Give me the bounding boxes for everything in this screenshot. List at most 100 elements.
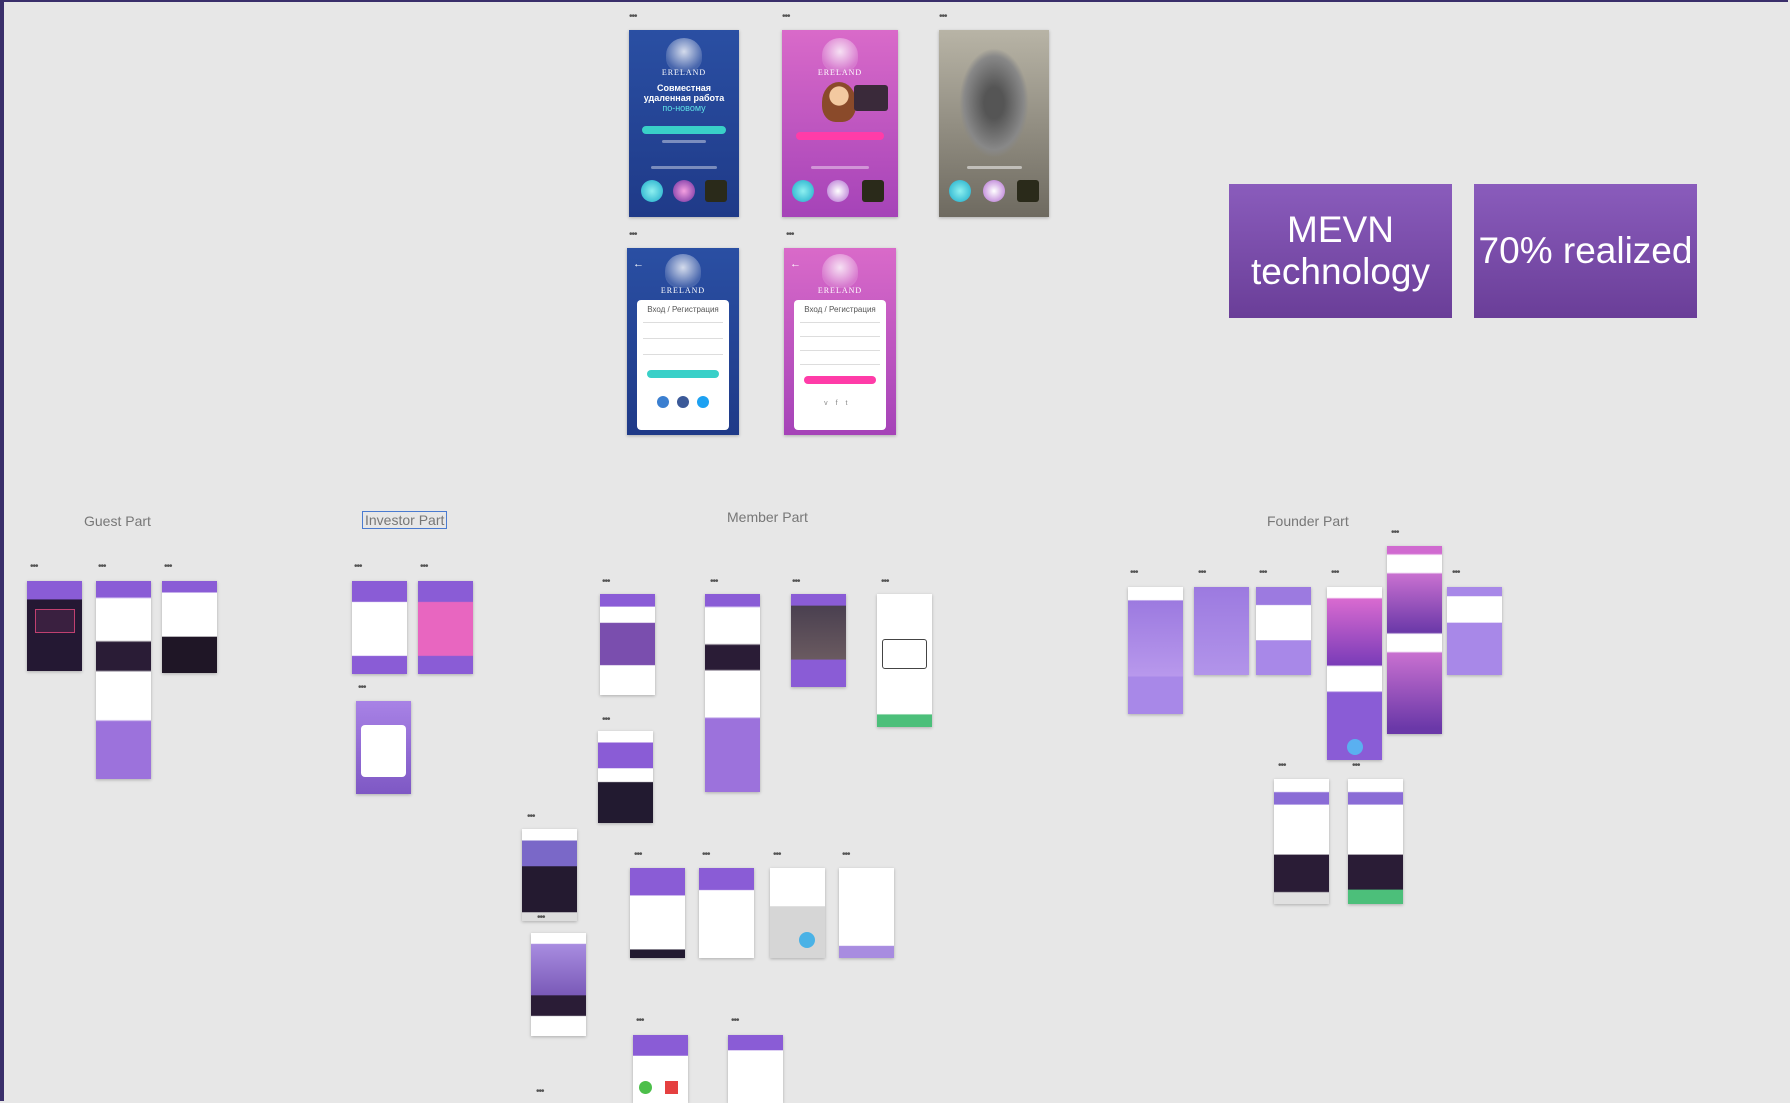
- social-icons[interactable]: vft: [824, 400, 855, 407]
- artboard-menu-icon[interactable]: •••: [536, 1087, 544, 1097]
- artboard-menu-icon[interactable]: •••: [602, 577, 610, 587]
- artboard-menu-icon[interactable]: •••: [1391, 528, 1399, 538]
- email-field[interactable]: [800, 322, 880, 323]
- captcha-field[interactable]: [643, 354, 723, 355]
- founder-screen-3[interactable]: [1256, 587, 1311, 675]
- artboard-menu-icon[interactable]: •••: [98, 562, 106, 572]
- add-icon[interactable]: [1347, 739, 1363, 755]
- founder-screen-8[interactable]: [1348, 779, 1403, 904]
- artboard-menu-icon[interactable]: •••: [881, 577, 889, 587]
- vk-icon[interactable]: [657, 396, 670, 408]
- guest-screen-3[interactable]: [162, 581, 217, 673]
- artboard-menu-icon[interactable]: •••: [1130, 568, 1138, 578]
- approve-icon[interactable]: [639, 1081, 652, 1094]
- member-screen-11[interactable]: [839, 868, 894, 958]
- login-screen-blue[interactable]: ← ERELAND Вход / Регистрация: [627, 248, 739, 435]
- artboard-menu-icon[interactable]: •••: [773, 850, 781, 860]
- artboard-menu-icon[interactable]: •••: [629, 230, 637, 240]
- artboard-menu-icon[interactable]: •••: [792, 577, 800, 587]
- app-icon-2[interactable]: [983, 180, 1005, 202]
- founder-screen-7[interactable]: [1274, 779, 1329, 904]
- artboard-menu-icon[interactable]: •••: [1278, 761, 1286, 771]
- founder-screen-6[interactable]: [1447, 587, 1502, 675]
- artboard-menu-icon[interactable]: •••: [602, 715, 610, 725]
- member-screen-12[interactable]: [633, 1035, 688, 1103]
- founder-screen-1[interactable]: [1128, 587, 1183, 714]
- artboard-menu-icon[interactable]: •••: [634, 850, 642, 860]
- member-screen-5[interactable]: [598, 731, 653, 823]
- artboard-menu-icon[interactable]: •••: [629, 12, 637, 22]
- email-field[interactable]: [643, 322, 723, 323]
- artboard-menu-icon[interactable]: •••: [1259, 568, 1267, 578]
- investor-part-label[interactable]: Investor Part: [362, 511, 448, 529]
- guest-link[interactable]: [662, 140, 706, 143]
- artboard-menu-icon[interactable]: •••: [420, 562, 428, 572]
- artboard-menu-icon[interactable]: •••: [358, 683, 366, 693]
- founder-screen-4[interactable]: [1327, 587, 1382, 760]
- register-button[interactable]: [804, 376, 876, 384]
- artboard-menu-icon[interactable]: •••: [782, 12, 790, 22]
- artboard-menu-icon[interactable]: •••: [842, 850, 850, 860]
- founder-screen-2[interactable]: [1194, 587, 1249, 675]
- facebook-icon[interactable]: [677, 396, 690, 408]
- member-screen-1[interactable]: [600, 594, 655, 695]
- app-icon-3[interactable]: [705, 180, 727, 202]
- member-screen-13[interactable]: [728, 1035, 783, 1103]
- member-screen-4[interactable]: [877, 594, 932, 727]
- artboard-menu-icon[interactable]: •••: [164, 562, 172, 572]
- member-screen-3[interactable]: [791, 594, 846, 687]
- artboard-menu-icon[interactable]: •••: [527, 812, 535, 822]
- splash-screen-grey[interactable]: [939, 30, 1049, 217]
- login-register-button[interactable]: [642, 126, 726, 134]
- artboard-menu-icon[interactable]: •••: [1331, 568, 1339, 578]
- app-icon-3[interactable]: [862, 180, 884, 202]
- artboard-menu-icon[interactable]: •••: [30, 562, 38, 572]
- app-icon-1[interactable]: [792, 180, 814, 202]
- member-screen-7[interactable]: [531, 933, 586, 1036]
- reject-icon[interactable]: [665, 1081, 678, 1094]
- comment-box[interactable]: [882, 639, 927, 669]
- captcha-field[interactable]: [800, 364, 880, 365]
- artboard-menu-icon[interactable]: •••: [1352, 761, 1360, 771]
- member-screen-8[interactable]: [630, 868, 685, 958]
- login-screen-pink[interactable]: ← ERELAND Вход / Регистрация vft: [784, 248, 896, 435]
- investor-screen-1[interactable]: [352, 581, 407, 674]
- member-screen-6[interactable]: [522, 829, 577, 921]
- splash-screen-pink[interactable]: ERELAND: [782, 30, 898, 217]
- artboard-menu-icon[interactable]: •••: [636, 1016, 644, 1026]
- brand-logo-text: ERELAND: [817, 286, 863, 295]
- artboard-menu-icon[interactable]: •••: [537, 913, 545, 923]
- back-arrow-icon[interactable]: ←: [633, 258, 644, 270]
- artboard-menu-icon[interactable]: •••: [786, 230, 794, 240]
- guest-screen-2[interactable]: [96, 581, 151, 779]
- splash-screen-blue[interactable]: ERELAND Совместная удаленная работа по-н…: [629, 30, 739, 217]
- investor-screen-3[interactable]: [356, 701, 411, 794]
- member-screen-10[interactable]: [770, 868, 825, 958]
- artboard-menu-icon[interactable]: •••: [731, 1016, 739, 1026]
- member-screen-2[interactable]: [705, 594, 760, 792]
- password-field[interactable]: [643, 338, 723, 339]
- artboard-menu-icon[interactable]: •••: [354, 562, 362, 572]
- submit-button[interactable]: [647, 370, 719, 378]
- app-icon-3[interactable]: [1017, 180, 1039, 202]
- member-screen-9[interactable]: [699, 868, 754, 958]
- twitter-icon[interactable]: [697, 396, 710, 408]
- artboard-menu-icon[interactable]: •••: [1452, 568, 1460, 578]
- name-field[interactable]: [800, 336, 880, 337]
- password-field[interactable]: [800, 350, 880, 351]
- back-arrow-icon[interactable]: ←: [790, 258, 801, 270]
- app-icon-1[interactable]: [949, 180, 971, 202]
- app-icon-1[interactable]: [641, 180, 663, 202]
- login-register-button[interactable]: [795, 132, 885, 140]
- artboard-menu-icon[interactable]: •••: [939, 12, 947, 22]
- artboard-menu-icon[interactable]: •••: [1198, 568, 1206, 578]
- artboard-menu-icon[interactable]: •••: [702, 850, 710, 860]
- artboard-menu-icon[interactable]: •••: [710, 577, 718, 587]
- brand-logo-text: ERELAND: [817, 68, 863, 77]
- founder-screen-5[interactable]: [1387, 546, 1442, 734]
- app-icon-2[interactable]: [673, 180, 695, 202]
- add-icon[interactable]: [799, 932, 815, 948]
- investor-screen-2[interactable]: [418, 581, 473, 674]
- guest-screen-1[interactable]: [27, 581, 82, 671]
- app-icon-2[interactable]: [827, 180, 849, 202]
